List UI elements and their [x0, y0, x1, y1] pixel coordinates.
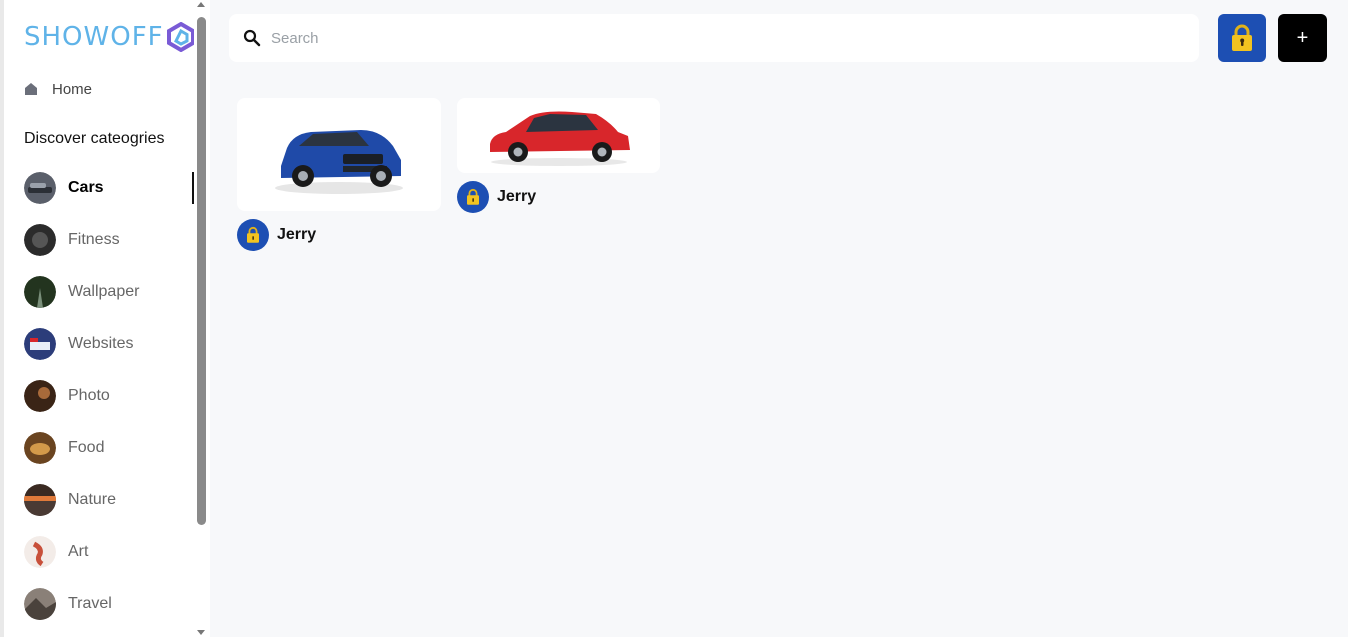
category-thumbnail [24, 536, 56, 568]
pin-meta: Jerry [457, 181, 660, 213]
sidebar-item-nature[interactable]: Nature [24, 480, 194, 532]
window-right-edge [1348, 0, 1366, 637]
car-hatchback-image [489, 111, 630, 166]
category-thumbnail [24, 484, 56, 516]
sidebar-item-label: Photo [68, 387, 110, 404]
sidebar: SHOWOFF Home Discover cateogries Cars Fi… [4, 0, 194, 637]
scroll-down-arrow-icon[interactable] [197, 630, 205, 635]
car-suv-image [275, 129, 403, 194]
sidebar-item-food[interactable]: Food [24, 428, 194, 480]
search-icon [243, 29, 261, 47]
logo-text: SHOWOFF [24, 22, 164, 52]
category-list: Cars Fitness Wallpaper Websites Photo Fo… [24, 168, 194, 636]
category-thumbnail [24, 432, 56, 464]
pin-meta: Jerry [237, 219, 441, 251]
pin-card[interactable]: Jerry [237, 98, 441, 251]
main-content: + Jerry [210, 0, 1348, 637]
sidebar-item-art[interactable]: Art [24, 532, 194, 584]
sidebar-item-label: Cars [68, 179, 104, 196]
sidebar-item-label: Food [68, 439, 105, 456]
sidebar-item-photo[interactable]: Photo [24, 376, 194, 428]
category-thumbnail [24, 328, 56, 360]
category-thumbnail [24, 276, 56, 308]
sidebar-item-wallpaper[interactable]: Wallpaper [24, 272, 194, 324]
author-name[interactable]: Jerry [277, 226, 316, 244]
sidebar-item-label: Wallpaper [68, 283, 140, 300]
nav-home[interactable]: Home [24, 76, 92, 102]
lock-button[interactable] [1218, 14, 1266, 62]
sidebar-item-label: Websites [68, 335, 134, 352]
sidebar-scroll-thumb[interactable] [197, 17, 206, 525]
avatar[interactable] [237, 219, 269, 251]
sidebar-item-label: Travel [68, 595, 112, 612]
home-icon [25, 83, 37, 95]
sidebar-item-label: Nature [68, 491, 117, 508]
lock-icon [467, 188, 479, 205]
sidebar-item-label: Fitness [68, 231, 120, 248]
add-button[interactable]: + [1278, 14, 1327, 62]
sidebar-item-cars[interactable]: Cars [24, 168, 194, 220]
category-thumbnail [24, 380, 56, 412]
category-thumbnail [24, 224, 56, 256]
scroll-up-arrow-icon[interactable] [197, 2, 205, 7]
avatar[interactable] [457, 181, 489, 213]
logo[interactable]: SHOWOFF [24, 20, 194, 54]
add-button-label: + [1296, 26, 1309, 49]
lock-icon [247, 226, 259, 243]
sidebar-item-websites[interactable]: Websites [24, 324, 194, 376]
pin-image[interactable] [237, 98, 441, 211]
category-thumbnail [24, 172, 56, 204]
sidebar-item-label: Art [68, 543, 89, 560]
search-input[interactable] [271, 29, 1171, 47]
search-bar[interactable] [229, 14, 1199, 62]
logo-mark-icon [166, 22, 194, 52]
sidebar-item-travel[interactable]: Travel [24, 584, 194, 636]
nav-home-label: Home [52, 80, 93, 98]
pin-card[interactable]: Jerry [457, 98, 660, 213]
author-name[interactable]: Jerry [497, 188, 536, 206]
section-title: Discover cateogries [24, 130, 165, 147]
pin-image[interactable] [457, 98, 660, 173]
sidebar-item-fitness[interactable]: Fitness [24, 220, 194, 272]
category-thumbnail [24, 588, 56, 620]
lock-icon [1232, 24, 1252, 51]
